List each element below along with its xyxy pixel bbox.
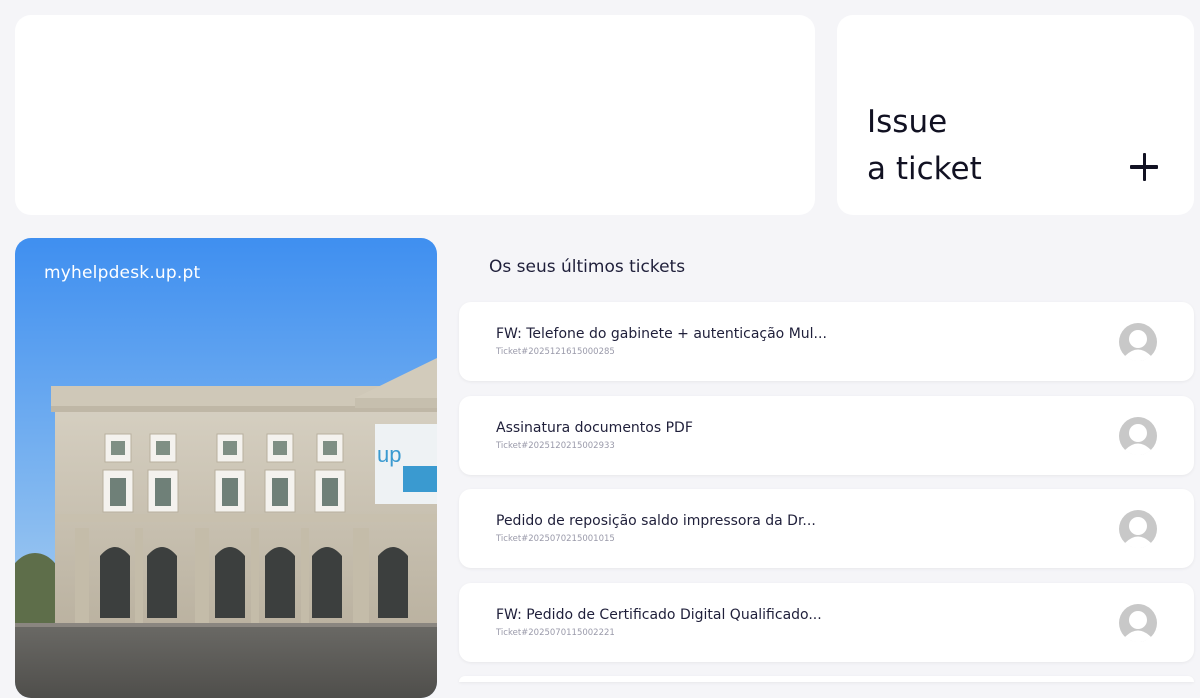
banner-text: up (377, 442, 401, 467)
issue-ticket-card[interactable]: Issue a ticket (837, 15, 1194, 215)
ticket-card[interactable]: FW: Telefone do gabinete + autenticação … (459, 302, 1194, 381)
issue-ticket-label: Issue a ticket (867, 99, 982, 193)
ticket-title: FW: Telefone do gabinete + autenticação … (496, 326, 827, 342)
user-avatar-icon (1119, 323, 1157, 361)
user-avatar-icon (1119, 604, 1157, 642)
issue-ticket-label-line2: a ticket (867, 151, 982, 187)
ticket-card[interactable]: Assinatura documentos PDF Ticket#2025120… (459, 396, 1194, 475)
user-avatar-icon (1119, 417, 1157, 455)
top-banner-card (15, 15, 815, 215)
issue-ticket-label-line1: Issue (867, 104, 948, 140)
ticket-id: Ticket#2025120215002933 (496, 441, 615, 451)
ticket-id: Ticket#2025121615000285 (496, 347, 615, 357)
ticket-id: Ticket#2025070115002221 (496, 628, 615, 638)
ticket-title: Assinatura documentos PDF (496, 420, 693, 436)
ticket-card-partial[interactable] (459, 676, 1194, 682)
plus-icon[interactable] (1130, 152, 1160, 182)
ticket-card[interactable]: FW: Pedido de Certificado Digital Qualif… (459, 583, 1194, 662)
ticket-title: Pedido de reposição saldo impressora da … (496, 513, 816, 529)
user-avatar-icon (1119, 510, 1157, 548)
building-photo: up (15, 238, 437, 698)
recent-tickets-heading: Os seus últimos tickets (489, 257, 686, 277)
campus-photo-card: up myhelpdesk.up.pt (15, 238, 437, 698)
ticket-title: FW: Pedido de Certificado Digital Qualif… (496, 607, 822, 623)
ticket-id: Ticket#2025070215001015 (496, 534, 615, 544)
site-url-label: myhelpdesk.up.pt (44, 263, 201, 283)
ticket-card[interactable]: Pedido de reposição saldo impressora da … (459, 489, 1194, 568)
